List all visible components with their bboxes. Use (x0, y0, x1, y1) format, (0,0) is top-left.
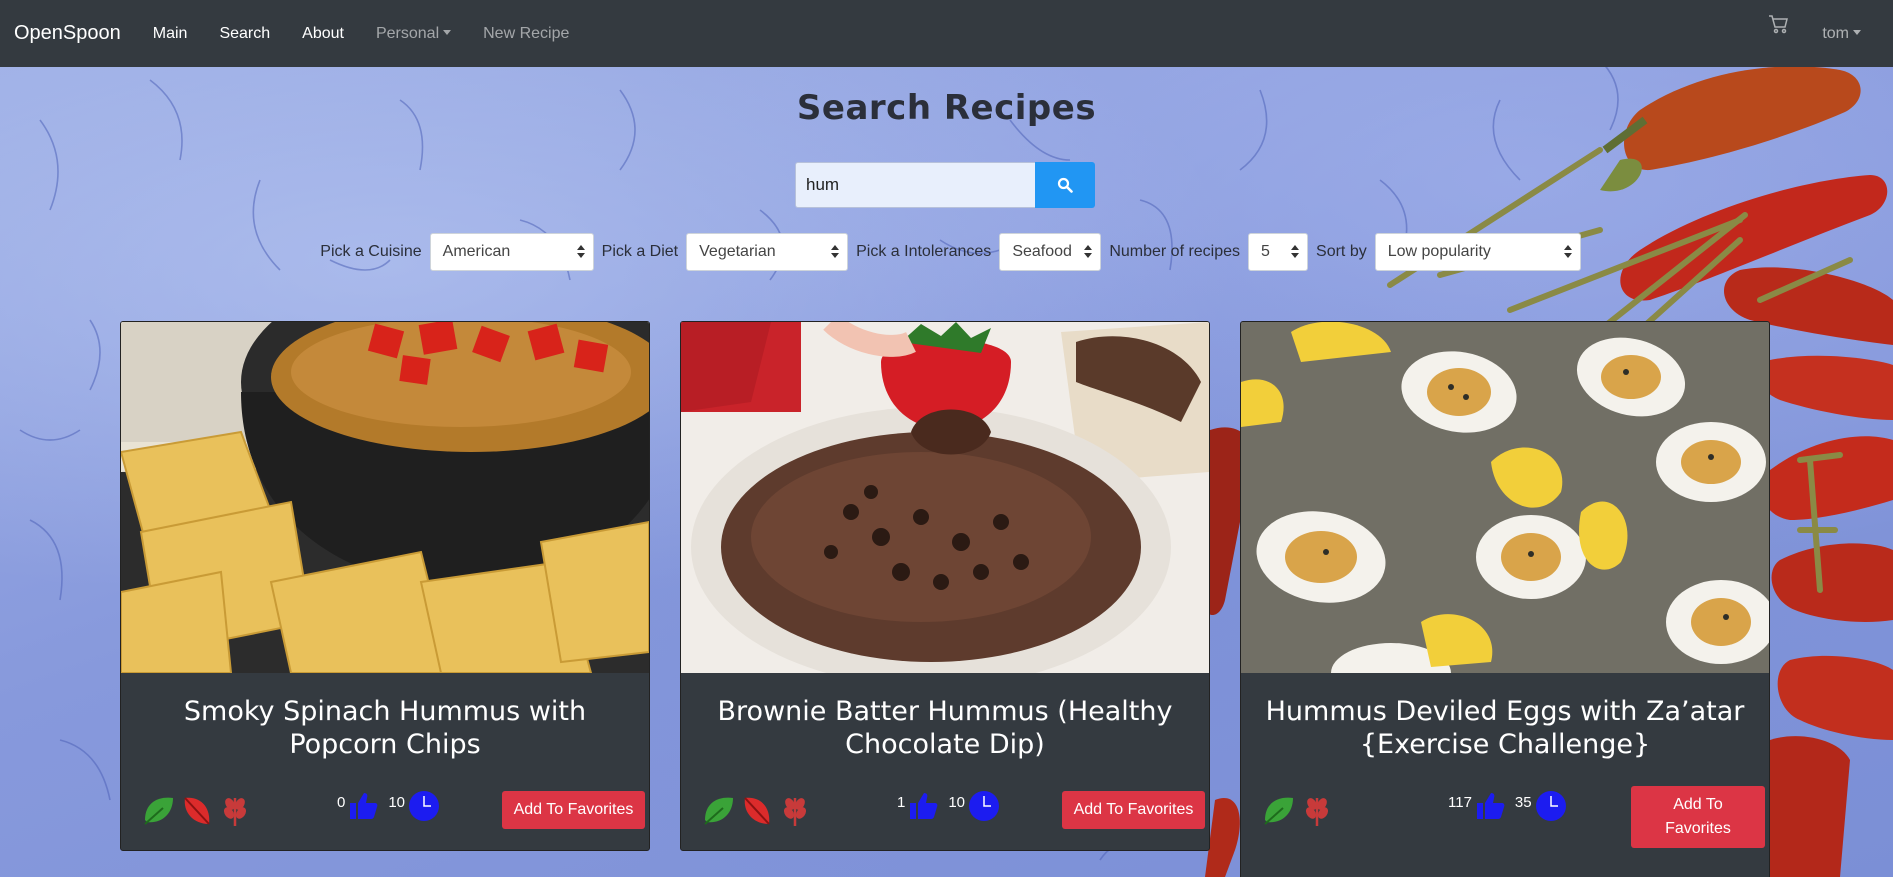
recipe-title[interactable]: Smoky Spinach Hummus with Popcorn Chips (121, 673, 649, 784)
search-button[interactable] (1035, 162, 1095, 208)
diet-label: Pick a Diet (601, 243, 679, 260)
select-arrows-icon (1291, 245, 1300, 261)
recipe-image[interactable] (1241, 322, 1769, 673)
recipe-count-select[interactable]: 5 (1248, 233, 1309, 271)
select-arrows-icon (831, 245, 840, 261)
add-to-favorites-button[interactable]: Add To Favorites (1631, 786, 1765, 848)
card-footer: 0 10 Add To Favorites (121, 784, 649, 850)
cuisine-value: American (442, 243, 511, 260)
add-to-favorites-button[interactable]: Add To Favorites (502, 791, 645, 829)
gluten-free-wheat-icon (1305, 798, 1329, 826)
recipe-title[interactable]: Brownie Batter Hummus (Healthy Chocolate… (681, 673, 1209, 784)
cuisine-select[interactable]: American (429, 233, 594, 271)
recipe-stats: 0 10 (337, 790, 440, 822)
minutes-count: 10 (388, 793, 406, 811)
diet-icons (701, 792, 813, 828)
minutes-count: 10 (948, 793, 966, 811)
sort-value: Low popularity (1387, 243, 1491, 260)
select-arrows-icon (1563, 245, 1572, 261)
intolerance-label: Pick a Intolerances (856, 243, 992, 260)
card-footer: 1 10 Add To Favorites (681, 784, 1209, 850)
vegetarian-leaf-icon (184, 797, 210, 825)
likes-count: 1 (897, 793, 906, 811)
gluten-free-wheat-icon (223, 798, 247, 826)
chevron-down-icon (443, 29, 452, 35)
diet-value: Vegetarian (699, 243, 776, 260)
page-title: Search Recipes (796, 88, 1097, 128)
top-navbar: OpenSpoon Main Search About Personal New… (0, 0, 1893, 67)
recipe-image[interactable] (121, 322, 649, 673)
recipe-count-label: Number of recipes (1109, 243, 1241, 260)
intolerance-select[interactable]: Seafood (999, 233, 1102, 271)
select-arrows-icon (1084, 245, 1093, 261)
thumbs-up-icon[interactable] (1475, 791, 1507, 821)
user-menu-dropdown[interactable]: tom (1822, 25, 1861, 43)
search-bar (795, 162, 1095, 208)
recipe-stats: 1 10 (897, 790, 1000, 822)
search-input[interactable] (795, 162, 1035, 208)
diet-icons (141, 792, 253, 828)
user-name: tom (1822, 24, 1849, 42)
filter-row: Pick a Cuisine American Pick a Diet Vege… (0, 233, 1893, 271)
sort-select[interactable]: Low popularity (1374, 233, 1581, 271)
recipe-stats: 117 35 (1448, 790, 1567, 822)
sort-label: Sort by (1316, 243, 1367, 260)
cuisine-label: Pick a Cuisine (320, 243, 422, 260)
diet-select[interactable]: Vegetarian (686, 233, 849, 271)
card-footer: 117 35 Add To Favorites (1241, 784, 1769, 850)
nav-new-recipe[interactable]: New Recipe (483, 25, 569, 43)
search-icon (1057, 177, 1073, 193)
minutes-count: 35 (1514, 793, 1532, 811)
recipe-card: Brownie Batter Hummus (Healthy Chocolate… (680, 321, 1210, 851)
nav-about[interactable]: About (302, 25, 344, 43)
clock-icon (969, 791, 1000, 821)
nav-main[interactable]: Main (153, 25, 188, 43)
vegan-leaf-icon (144, 797, 173, 825)
thumbs-up-icon[interactable] (908, 791, 940, 821)
intolerance-value: Seafood (1012, 243, 1072, 260)
recipe-card: Smoky Spinach Hummus with Popcorn Chips … (120, 321, 650, 851)
recipe-card: Hummus Deviled Eggs with Za’atar {Exerci… (1240, 321, 1770, 877)
recipe-image[interactable] (681, 322, 1209, 673)
nav-personal-label: Personal (375, 24, 440, 42)
likes-count: 117 (1448, 793, 1472, 811)
nav-search[interactable]: Search (219, 25, 270, 43)
recipe-count-value: 5 (1261, 243, 1270, 260)
diet-icons (1261, 792, 1335, 828)
vegan-leaf-icon (1264, 797, 1293, 825)
vegetarian-leaf-icon (744, 797, 770, 825)
vegan-leaf-icon (704, 797, 733, 825)
nav-personal-dropdown[interactable]: Personal (375, 24, 452, 43)
select-arrows-icon (576, 245, 585, 261)
brand-logo[interactable]: OpenSpoon (14, 22, 121, 45)
gluten-free-wheat-icon (783, 798, 807, 826)
add-to-favorites-button[interactable]: Add To Favorites (1062, 791, 1205, 829)
cart-icon[interactable] (1768, 14, 1789, 39)
clock-icon (1535, 791, 1566, 821)
recipe-title[interactable]: Hummus Deviled Eggs with Za’atar {Exerci… (1241, 673, 1769, 784)
likes-count: 0 (337, 793, 346, 811)
clock-icon (409, 791, 440, 821)
thumbs-up-icon[interactable] (348, 791, 380, 821)
chevron-down-icon (1853, 29, 1861, 35)
